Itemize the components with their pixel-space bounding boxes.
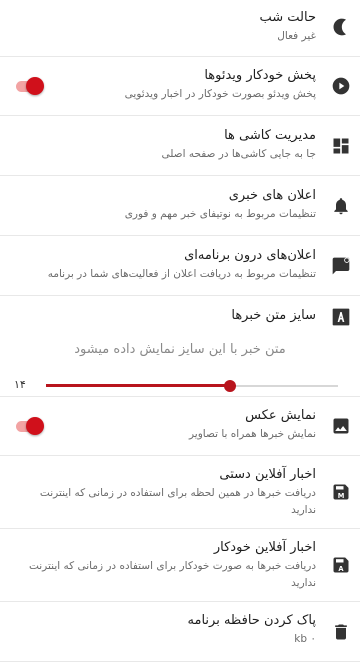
setting-in-app-notifications[interactable]: اعلان‌های درون برنامه‌ای تنظیمات مربوط ب… [0, 236, 360, 296]
cache-size: ۰ kb [294, 633, 316, 645]
in-app-notifications-subtitle: تنظیمات مربوط به دریافت اعلان از فعالیت‌… [47, 268, 316, 280]
play-circle-icon [330, 75, 352, 97]
settings-list: حالت شب غیر فعال پخش خودکار ویدئوها پخش … [0, 0, 360, 662]
auto-offline-subtitle: دریافت خبرها به صورت خودکار برای استفاده… [28, 560, 316, 589]
font-size-value: ۱۴ [14, 378, 26, 391]
news-notifications-title: اعلان های خبری [228, 188, 316, 203]
in-app-notifications-title: اعلان‌های درون برنامه‌ای [184, 248, 316, 263]
setting-night-mode[interactable]: حالت شب غیر فعال [0, 0, 360, 57]
bell-icon [330, 195, 352, 217]
moon-icon [330, 16, 352, 38]
save-m-icon: M [330, 481, 352, 503]
image-icon [330, 415, 352, 437]
font-size-slider[interactable]: ۱۴ [14, 376, 340, 396]
svg-text:M: M [338, 492, 345, 500]
message-flag-icon [330, 255, 352, 277]
show-images-toggle[interactable] [16, 416, 46, 436]
slider-fill [46, 384, 230, 387]
tiles-subtitle: جا به جایی کاشی‌ها در صفحه اصلی [161, 148, 316, 160]
setting-manual-offline[interactable]: M اخبار آفلاین دستی دریافت خبرها در همین… [0, 456, 360, 529]
setting-autoplay-videos[interactable]: پخش خودکار ویدئوها پخش ویدئو بصورت خودکا… [0, 57, 360, 116]
toggle-knob [26, 77, 44, 95]
svg-text:A: A [338, 565, 344, 573]
setting-clear-cache[interactable]: پاک کردن حافظه برنامه ۰ kb [0, 602, 360, 662]
autoplay-toggle[interactable] [16, 76, 46, 96]
setting-tiles[interactable]: مدیریت کاشی ها جا به جایی کاشی‌ها در صفح… [0, 116, 360, 176]
tiles-title: مدیریت کاشی ها [224, 128, 316, 143]
night-mode-title: حالت شب [259, 10, 316, 25]
autoplay-subtitle: پخش ویدئو بصورت خودکار در اخبار ویدئویی [124, 88, 316, 100]
font-size-icon [330, 306, 352, 328]
font-size-preview: متن خبر با این سایز نمایش داده میشود [74, 342, 286, 357]
setting-show-images[interactable]: نمایش عکس نمایش خبرها همراه با تصاویر [0, 397, 360, 456]
clear-cache-title: پاک کردن حافظه برنامه [187, 613, 316, 628]
manual-offline-title: اخبار آفلاین دستی [219, 467, 316, 482]
news-notifications-subtitle: تنظیمات مربوط به نوتیفای خبر مهم و فوری [124, 208, 316, 220]
night-mode-status: غیر فعال [277, 30, 316, 42]
toggle-knob [26, 417, 44, 435]
show-images-subtitle: نمایش خبرها همراه با تصاویر [189, 428, 316, 440]
setting-font-size: سایز متن خبرها متن خبر با این سایز نمایش… [0, 296, 360, 397]
auto-offline-title: اخبار آفلاین خودکار [213, 540, 316, 555]
dashboard-icon [330, 135, 352, 157]
font-size-title: سایز متن خبرها [231, 308, 316, 323]
slider-thumb[interactable] [223, 380, 236, 392]
manual-offline-subtitle: دریافت خبرها در همین لحظه برای استفاده د… [39, 487, 316, 516]
save-a-icon: A [330, 554, 352, 576]
autoplay-title: پخش خودکار ویدئوها [204, 68, 316, 83]
trash-icon [330, 621, 352, 643]
setting-auto-offline[interactable]: A اخبار آفلاین خودکار دریافت خبرها به صو… [0, 529, 360, 602]
show-images-title: نمایش عکس [245, 408, 316, 423]
setting-news-notifications[interactable]: اعلان های خبری تنظیمات مربوط به نوتیفای … [0, 176, 360, 236]
